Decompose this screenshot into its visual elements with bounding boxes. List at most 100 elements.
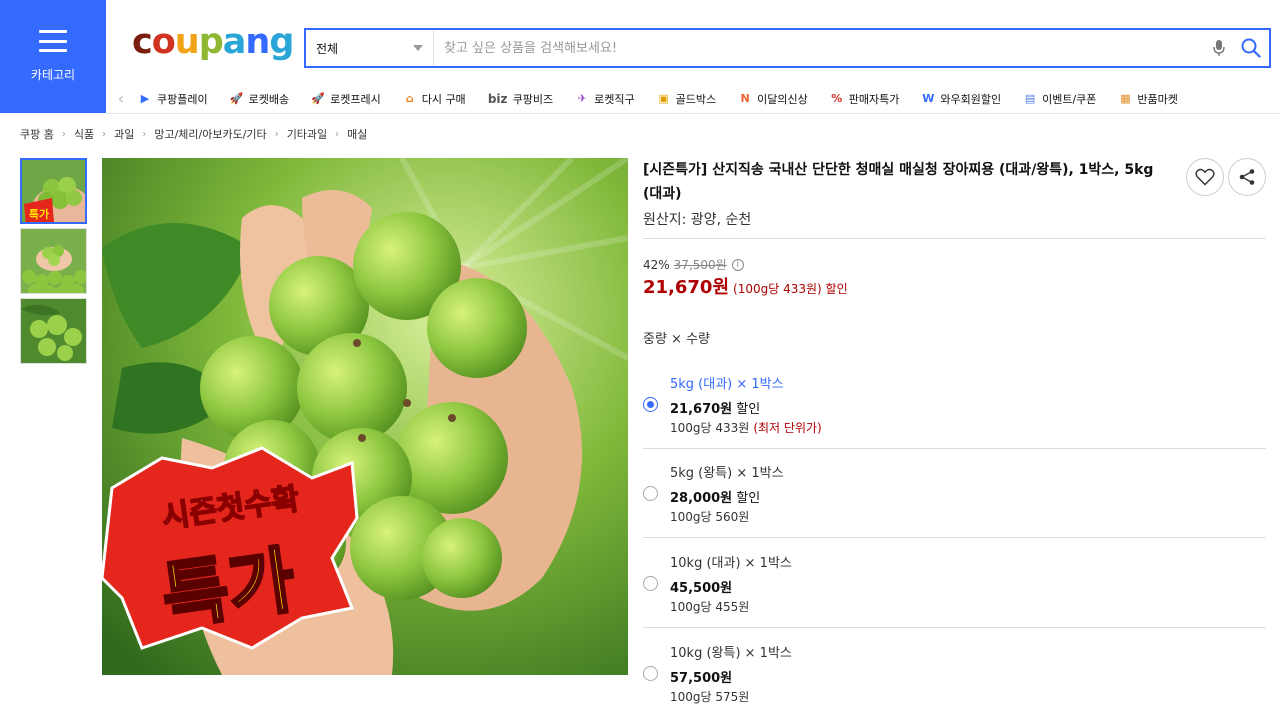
share-button[interactable] [1228,158,1266,196]
option-name: 10kg (대과) × 1박스 [670,556,792,571]
option-unit-price-row: 100g당 575원 [670,688,749,705]
nav-item-wow[interactable]: W 와우회원할인 [919,91,1001,107]
rocket-icon: 🚀 [229,92,244,105]
coupang-logo[interactable]: coupang [132,22,294,66]
return-market-icon: ▦ [1120,92,1131,105]
chevron-right-icon: › [274,128,279,140]
nav-item-label: 다시 구매 [421,92,466,106]
option-price-suffix: 할인 [732,491,761,506]
nav-item-label: 로켓배송 [248,92,290,106]
logo-letter: g [269,22,294,62]
nav-item-global-rocket[interactable]: ✈ 로켓직구 [573,91,635,107]
logo-letter: p [198,22,224,62]
breadcrumb-item[interactable]: 식품 [74,126,94,142]
option-radio[interactable] [643,576,658,591]
nav-item-label: 쿠팡플레이 [157,92,208,106]
breadcrumb-item[interactable]: 기타과일 [287,126,327,142]
sale-price: 21,670원 [643,277,730,298]
category-menu-button[interactable]: 카테고리 [0,0,106,113]
logo-letter: a [222,22,247,62]
nav-item-label: 이달의신상 [757,92,808,106]
nav-item-goldbox[interactable]: ▣ 골드박스 [655,91,716,107]
discount-row: 42% 37,500원 i [643,256,744,273]
sale-price-row: 21,670원 (100g당 433원) 할인 [643,273,848,299]
breadcrumb-item[interactable]: 과일 [114,126,134,142]
chevron-right-icon: › [61,128,66,140]
discount-rate: 42% [643,257,670,272]
breadcrumb-item[interactable]: 망고/체리/아보카도/기타 [154,126,266,142]
chevron-down-icon [413,45,423,51]
nav-item-label: 와우회원할인 [940,92,1002,106]
breadcrumb: 쿠팡 홈 › 식품 › 과일 › 망고/체리/아보카도/기타 › 기타과일 › 매실 [20,126,367,142]
option-price: 21,670원 [670,402,733,417]
option-item[interactable]: 5kg (대과) × 1박스 21,670원 할인 100g당 433원 (최저 단위… [643,360,1266,448]
original-price: 37,500원 [673,258,727,272]
option-item[interactable]: 5kg (왕특) × 1박스 28,000원 할인 100g당 560원 [643,449,1266,537]
nav-item-biz[interactable]: biz 쿠팡비즈 [486,91,553,107]
option-name: 10kg (왕특) × 1박스 [670,646,792,661]
option-radio[interactable] [643,397,658,412]
option-price-row: 57,500원 [670,667,732,686]
product-thumbnail-2[interactable] [20,228,87,294]
option-price: 45,500원 [670,581,733,596]
option-item[interactable]: 10kg (왕특) × 1박스 57,500원 100g당 575원 [643,629,1266,717]
info-icon[interactable]: i [731,258,744,271]
nav-item-label: 골드박스 [675,92,717,106]
chevron-left-icon[interactable]: ‹ [106,89,136,108]
breadcrumb-item[interactable]: 매실 [347,126,367,142]
option-unit-price-row: 100g당 455원 [670,598,749,615]
chevron-right-icon: › [102,128,107,140]
option-price-row: 21,670원 할인 [670,398,760,417]
nav-item-label: 로켓프레시 [330,92,381,106]
nav-item-return-market[interactable]: ▦ 반품마켓 [1116,91,1178,107]
logo-letter: c [132,22,153,62]
chevron-right-icon: › [335,128,340,140]
chevron-right-icon: › [142,128,147,140]
product-thumbnail-1[interactable]: 특가 [20,158,87,224]
option-unit-price: 100g당 455원 [670,600,750,614]
coupon-icon: ▤ [1024,92,1036,105]
microphone-icon[interactable] [1205,34,1233,62]
header-divider [106,113,1280,114]
option-unit-price-row: 100g당 560원 [670,508,749,525]
category-label: 카테고리 [30,68,76,82]
nav-item-fresh-rocket[interactable]: 🚀 로켓프레시 [309,91,381,107]
search-input[interactable] [434,30,1205,66]
search-scope-select[interactable]: 전체 [306,30,434,66]
search-icon[interactable] [1233,34,1269,62]
nav-item-label: 이벤트/쿠폰 [1042,92,1097,106]
product-title: [시즌특가] 산지직송 국내산 단단한 청매실 매실청 장아찌용 (대과/왕특)… [643,162,1154,202]
breadcrumb-item[interactable]: 쿠팡 홈 [20,126,54,142]
unit-price-note: (100g당 433원) 할인 [733,282,848,296]
title-divider [643,238,1266,239]
nav-item-label: 쿠팡비즈 [512,92,554,106]
product-main-image: 시즌첫수확 특가 [102,158,628,675]
nav-item-new[interactable]: N 이달의신상 [736,91,808,107]
nav-item-rocket[interactable]: 🚀 로켓배송 [228,91,289,107]
option-unit-price: 100g당 433원 [670,421,750,435]
option-item[interactable]: 10kg (대과) × 1박스 45,500원 100g당 455원 [643,539,1266,627]
new-icon: N [740,92,750,105]
option-name: 5kg (대과) × 1박스 [670,377,784,392]
product-thumbnail-3[interactable] [20,298,87,364]
option-radio[interactable] [643,486,658,501]
option-price-row: 28,000원 할인 [670,487,760,506]
option-radio[interactable] [643,666,658,681]
option-header: 중량 × 수량 [643,332,710,347]
nav-item-home[interactable]: ⌂ 다시 구매 [401,91,466,107]
search-bar: 전체 [304,28,1271,68]
nav-item-play[interactable]: ▶ 쿠팡플레이 [136,91,208,107]
logo-letter: o [151,22,176,62]
fresh-rocket-icon: 🚀 [311,92,325,105]
option-unit-price: 100g당 575원 [670,690,750,704]
option-price-row: 45,500원 [670,577,732,596]
logo-letter: n [245,22,270,62]
nav-item-coupon[interactable]: ▤ 이벤트/쿠폰 [1021,91,1097,107]
nav-item-percent[interactable]: % 판매자특가 [828,91,900,107]
option-price: 28,000원 [670,491,733,506]
nav-item-label: 판매자특가 [848,92,900,106]
nav-item-label: 로켓직구 [594,92,635,106]
wow-icon: W [922,92,935,105]
wishlist-heart-button[interactable] [1186,158,1224,196]
share-icon [1239,169,1255,185]
